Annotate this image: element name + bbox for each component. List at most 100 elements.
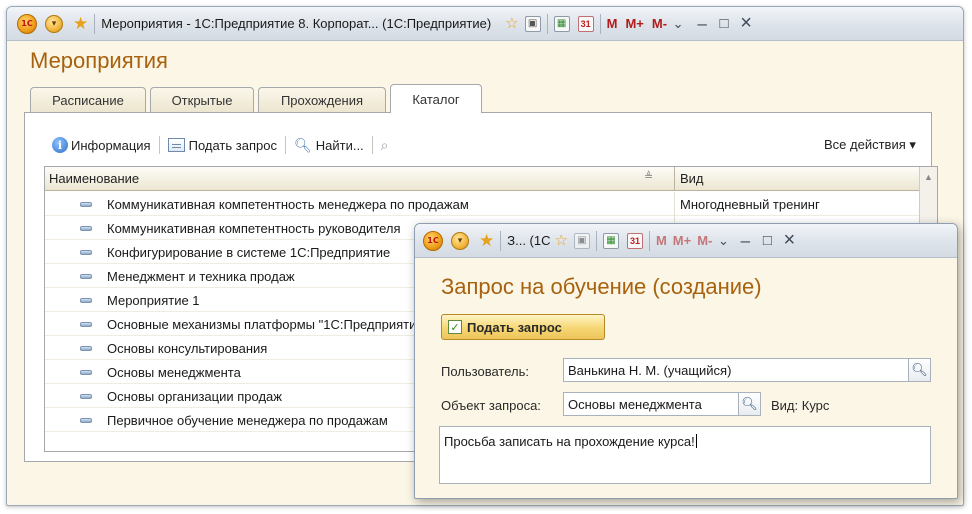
checkmark-icon: ✓: [448, 320, 462, 334]
dialog-app-logo-icon[interactable]: 1С: [423, 230, 443, 251]
dialog-dropdown-icon[interactable]: ⌄: [712, 233, 734, 249]
row-name: Конфигурирование в системе 1С:Предприяти…: [107, 245, 391, 260]
item-icon: [80, 298, 92, 303]
comment-text: Просьба записать на прохождение курса!: [444, 434, 695, 449]
item-icon: [80, 394, 92, 399]
history-icon[interactable]: ▣: [524, 15, 541, 32]
dialog-close-button[interactable]: ×: [778, 229, 800, 252]
memory-minus-button[interactable]: M-: [652, 16, 667, 31]
minimize-button[interactable]: –: [691, 14, 713, 34]
dialog-history-icon[interactable]: ▣: [573, 232, 590, 249]
dialog-maximize-button[interactable]: □: [756, 232, 778, 249]
find-button[interactable]: 🔍︎ Найти...: [294, 137, 364, 154]
dialog-submit-button[interactable]: ✓ Подать запрос: [441, 314, 605, 340]
request-dialog: 1С ▾ ★ З... (1С ☆ ▣ ▦ 31 M M+ M- ⌄ – □ ×…: [414, 223, 958, 499]
scroll-up-icon[interactable]: ▲: [924, 172, 933, 182]
dialog-memory-m-button[interactable]: M: [656, 233, 667, 248]
search-icon: 🔍︎: [293, 136, 312, 153]
dialog-title: Запрос на обучение (создание): [441, 274, 762, 299]
item-icon: [80, 202, 92, 207]
window-dropdown-icon[interactable]: ⌄: [667, 16, 689, 32]
row-name: Основы организации продаж: [107, 389, 282, 404]
tab-passings[interactable]: Прохождения: [258, 87, 386, 112]
row-name: Основные механизмы платформы "1С:Предпри…: [107, 317, 429, 332]
calendar-icon[interactable]: 31: [577, 15, 594, 32]
catalog-toolbar: i Информация Подать запрос 🔍︎ Найти... ⌕: [52, 134, 389, 156]
item-icon: [80, 370, 92, 375]
item-icon: [80, 346, 92, 351]
maximize-button[interactable]: □: [713, 15, 735, 32]
dialog-favorites-star-icon[interactable]: ★: [479, 232, 494, 249]
object-label: Объект запроса:: [441, 398, 541, 413]
object-field[interactable]: Основы менеджмента: [563, 392, 739, 416]
tab-schedule[interactable]: Расписание: [30, 87, 146, 112]
document-icon: [167, 138, 185, 152]
row-name: Коммуникативная компетентность менеджера…: [107, 197, 469, 212]
row-name: Первичное обучение менеджера по продажам: [107, 413, 388, 428]
item-icon: [80, 250, 92, 255]
user-field[interactable]: Ванькина Н. М. (учащийся): [563, 358, 909, 382]
item-icon: [80, 274, 92, 279]
close-button[interactable]: ×: [735, 12, 757, 35]
text-cursor: [695, 434, 697, 448]
row-name: Коммуникативная компетентность руководит…: [107, 221, 401, 236]
search-icon: 🔍︎: [911, 362, 928, 377]
column-header-name[interactable]: Наименование: [49, 171, 139, 186]
toolbar-separator: [158, 136, 160, 154]
titlebar-separator: [599, 13, 601, 34]
user-label: Пользователь:: [441, 364, 529, 379]
titlebar-separator: [94, 13, 96, 34]
object-select-button[interactable]: 🔍︎: [739, 392, 761, 416]
info-button-label: Информация: [71, 137, 151, 153]
titlebar-separator: [500, 230, 502, 251]
dialog-add-favorite-icon[interactable]: ☆: [555, 233, 568, 248]
submit-request-label: Подать запрос: [188, 137, 277, 153]
page-title: Мероприятия: [30, 48, 168, 73]
comment-textarea[interactable]: Просьба записать на прохождение курса!: [439, 426, 931, 484]
memory-plus-button[interactable]: M+: [625, 16, 643, 31]
table-row[interactable]: Коммуникативная компетентность менеджера…: [45, 192, 919, 216]
find-button-label: Найти...: [315, 137, 364, 153]
row-name: Основы консультирования: [107, 341, 268, 356]
tab-open[interactable]: Открытые: [150, 87, 254, 112]
dialog-submit-label: Подать запрос: [467, 319, 562, 335]
submit-request-button[interactable]: Подать запрос: [167, 137, 277, 153]
add-favorite-icon[interactable]: ☆: [505, 16, 518, 31]
titlebar-separator: [546, 13, 548, 34]
row-name: Менеджмент и техника продаж: [107, 269, 295, 284]
titlebar-separator: [648, 230, 650, 251]
row-name: Основы менеджмента: [107, 365, 241, 380]
tab-catalog[interactable]: Каталог: [390, 84, 482, 113]
cancel-search-icon: ⌕: [380, 136, 389, 153]
dialog-calendar-icon[interactable]: 31: [626, 232, 643, 249]
dialog-minimize-button[interactable]: –: [734, 231, 756, 251]
dialog-memory-minus-button[interactable]: M-: [697, 233, 712, 248]
user-select-button[interactable]: 🔍︎: [909, 358, 931, 382]
dialog-memory-plus-button[interactable]: M+: [673, 233, 691, 248]
favorites-star-icon[interactable]: ★: [73, 15, 88, 32]
row-name: Мероприятие 1: [107, 293, 200, 308]
column-divider[interactable]: [674, 167, 675, 191]
item-icon: [80, 418, 92, 423]
object-kind-text: Вид: Курс: [771, 398, 830, 413]
memory-m-button[interactable]: M: [607, 16, 618, 31]
dialog-calculator-icon[interactable]: ▦: [602, 232, 619, 249]
all-actions-menu[interactable]: Все действия ▾: [824, 137, 916, 153]
search-icon: 🔍︎: [741, 396, 758, 411]
main-menu-icon[interactable]: ▾: [45, 14, 63, 33]
main-titlebar: 1С ▾ ★ Мероприятия - 1С:Предприятие 8. К…: [7, 7, 963, 41]
calculator-icon[interactable]: ▦: [553, 15, 570, 32]
dialog-menu-icon[interactable]: ▾: [451, 231, 469, 250]
toolbar-separator: [371, 136, 373, 154]
main-window-title: Мероприятия - 1С:Предприятие 8. Корпорат…: [101, 16, 492, 31]
cancel-search-button[interactable]: ⌕: [381, 137, 389, 154]
table-header: Наименование ≜ Вид: [45, 167, 937, 191]
item-icon: [80, 226, 92, 231]
info-button[interactable]: i Информация: [52, 137, 151, 153]
dialog-titlebar: 1С ▾ ★ З... (1С ☆ ▣ ▦ 31 M M+ M- ⌄ – □ ×: [415, 224, 957, 258]
column-header-kind[interactable]: Вид: [680, 171, 704, 186]
dialog-window-title: З... (1С: [507, 233, 551, 248]
app-logo-icon[interactable]: 1С: [17, 13, 37, 34]
row-kind: Многодневный тренинг: [680, 197, 820, 212]
sort-icon[interactable]: ≜: [644, 170, 653, 183]
